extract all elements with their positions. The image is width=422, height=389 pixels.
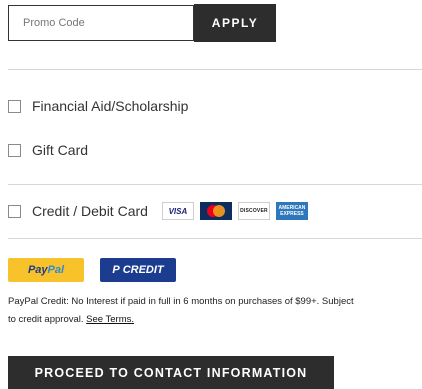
divider (8, 184, 422, 185)
credit-card-checkbox[interactable] (8, 204, 21, 218)
paypal-text-pay: Pay (27, 264, 48, 276)
paypal-row: Pay Pal P CREDIT (8, 258, 176, 282)
amex-logo-icon: AMERICAN EXPRESS (275, 202, 308, 220)
paypal-button[interactable]: Pay Pal (8, 258, 84, 282)
divider (8, 238, 422, 239)
visa-logo-icon: VISA (161, 202, 194, 220)
credit-card-label: Credit / Debit Card (32, 203, 148, 219)
financial-aid-checkbox[interactable] (8, 99, 21, 113)
apply-button[interactable]: APPLY (194, 4, 276, 42)
promo-code-input[interactable] (8, 5, 194, 41)
disclaimer-line-2: to credit approval. See Terms. (8, 311, 422, 329)
financial-aid-label: Financial Aid/Scholarship (32, 98, 189, 114)
paypal-p-icon: P (112, 264, 120, 276)
divider (8, 69, 422, 70)
option-financial-aid[interactable]: Financial Aid/Scholarship (8, 98, 188, 114)
disclaimer-line-1: PayPal Credit: No Interest if paid in fu… (8, 296, 354, 307)
option-credit-debit-card[interactable]: Credit / Debit Card VISA DISCOVER AMERIC… (8, 202, 308, 220)
paypal-credit-button[interactable]: P CREDIT (100, 258, 176, 282)
promo-code-row: APPLY (8, 4, 276, 42)
mastercard-logo-icon (199, 202, 232, 220)
gift-card-checkbox[interactable] (8, 143, 21, 157)
credit-label: CREDIT (122, 264, 164, 276)
gift-card-label: Gift Card (32, 142, 89, 158)
paypal-credit-disclaimer: PayPal Credit: No Interest if paid in fu… (8, 293, 422, 329)
disclaimer-line-2-text: to credit approval. (8, 314, 84, 325)
proceed-to-contact-information-button[interactable]: PROCEED TO CONTACT INFORMATION (8, 356, 334, 389)
paypal-text-pal: Pal (47, 264, 65, 276)
option-gift-card[interactable]: Gift Card (8, 142, 88, 158)
see-terms-link[interactable]: See Terms. (86, 314, 134, 325)
discover-logo-icon: DISCOVER (237, 202, 270, 220)
card-logos: VISA DISCOVER AMERICAN EXPRESS (156, 202, 308, 220)
